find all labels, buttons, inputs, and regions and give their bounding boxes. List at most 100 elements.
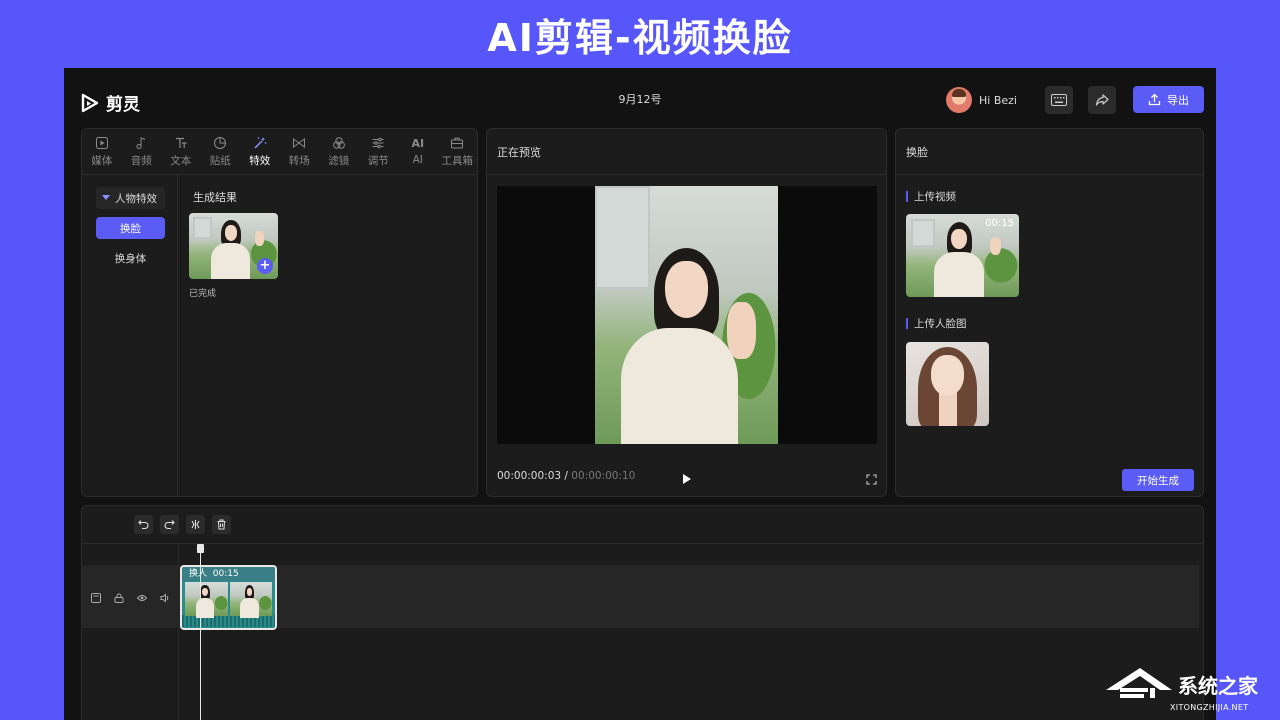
tab-label: 音频 [130,154,152,167]
trash-icon [217,519,226,530]
tab-label: AI [412,154,423,166]
clip-header: 换人 00:15 [182,567,275,581]
timeline-toolbar [82,506,1203,544]
category-item-bodyswap[interactable]: 换身体 [96,247,165,269]
playhead-handle[interactable] [197,544,204,553]
tab-adjust[interactable]: 调节 [359,129,399,174]
preview-title: 正在预览 [487,129,886,175]
upload-face-label: 上传人脸图 [906,316,967,331]
document-title: 9月12号 [618,93,662,106]
total-time: 00:00:00:10 [571,470,636,482]
upload-video-label: 上传视频 [906,189,956,204]
export-button[interactable]: 导出 [1133,86,1204,113]
tab-effects[interactable]: 特效 [240,129,280,174]
undo-button[interactable] [134,515,153,534]
transition-icon [293,137,306,148]
avatar[interactable] [946,87,972,113]
logo-icon [81,93,99,112]
media-icon [95,136,108,149]
user-profile[interactable]: Hi Bezi [946,87,1017,113]
magic-wand-icon [254,136,267,149]
logo-text: 剪灵 [106,95,140,115]
keyboard-icon [1051,94,1067,106]
tab-label: 工具箱 [441,154,474,167]
playhead-line [200,544,201,720]
tab-transition[interactable]: 转场 [280,129,320,174]
preview-stage[interactable] [497,186,877,444]
speaker-icon[interactable] [160,593,170,603]
play-button[interactable] [682,470,692,489]
user-greeting: Hi Bezi [979,93,1017,107]
upload-icon [1148,93,1161,106]
caret-down-icon [102,195,110,200]
tab-label: 媒体 [91,154,113,167]
track-controls [91,593,170,603]
lock-icon[interactable] [114,593,124,603]
faceswap-panel: 换脸 上传视频 00:15 上传人脸图 开始生成 [895,128,1204,497]
tab-label: 调节 [367,154,389,167]
upload-face-text: 上传人脸图 [914,318,967,330]
toolbox-icon [451,137,464,148]
result-title: 生成结果 [193,191,237,204]
tab-label: 滤镜 [328,154,350,167]
tab-label: 文本 [170,154,192,167]
accent-bar [906,318,908,329]
upload-video-text: 上传视频 [914,191,956,203]
cover-icon[interactable] [91,593,101,603]
add-to-timeline-button[interactable]: + [257,258,273,274]
preview-panel: 正在预览 00:00:00:03 / 00:00:00:10 [486,128,887,497]
category-header-label: 人物特效 [115,192,157,205]
timecode: 00:00:00:03 / 00:00:00:10 [497,470,635,482]
top-bar: 剪灵 9月12号 Hi Bezi 导出 [64,68,1216,128]
tab-filter[interactable]: 滤镜 [319,129,359,174]
current-time: 00:00:00:03 [497,470,562,482]
result-thumbnail[interactable]: + [189,213,278,279]
fullscreen-button[interactable] [866,470,877,489]
editor-app: 剪灵 9月12号 Hi Bezi 导出 媒体 音频 文本 贴纸 特效 转场 滤镜… [64,68,1216,720]
watermark-logo-icon [1106,668,1172,698]
text-icon [175,137,187,148]
clip-thumbnails [182,581,275,619]
clip-duration: 00:15 [212,569,239,579]
eye-icon[interactable] [137,593,147,603]
sliders-icon [372,137,384,148]
tab-text[interactable]: 文本 [161,129,201,174]
share-button[interactable] [1088,86,1116,114]
app-logo[interactable]: 剪灵 [80,90,140,115]
fullscreen-icon [866,474,877,485]
time-separator: / [564,470,568,482]
result-status: 已完成 [189,289,217,299]
split-icon [191,520,200,529]
tab-sticker[interactable]: 贴纸 [201,129,241,174]
tab-label: 贴纸 [209,154,231,167]
tab-toolbox[interactable]: 工具箱 [438,129,478,174]
preview-image [595,186,778,444]
category-header[interactable]: 人物特效 [96,187,165,209]
share-arrow-icon [1095,94,1109,106]
sticker-icon [214,136,227,149]
category-item-faceswap[interactable]: 换脸 [96,217,165,239]
tab-media[interactable]: 媒体 [82,129,122,174]
video-clip[interactable]: 换人 00:15 [180,565,277,630]
watermark-text: 系统之家 [1178,673,1258,698]
undo-icon [138,520,149,530]
tab-label: 转场 [288,154,310,167]
timeline-panel: 换人 00:15 [81,505,1204,720]
tab-ai[interactable]: AI AI [398,129,438,174]
effects-panel: 媒体 音频 文本 贴纸 特效 转场 滤镜 调节 AI AI 工具箱 人物特效 换… [81,128,478,497]
redo-button[interactable] [160,515,179,534]
tab-audio[interactable]: 音频 [122,129,162,174]
tool-tabs: 媒体 音频 文本 贴纸 特效 转场 滤镜 调节 AI AI 工具箱 [82,129,477,175]
video-duration: 00:15 [985,218,1014,229]
delete-button[interactable] [212,515,231,534]
preview-frame [595,186,778,444]
category-column: 人物特效 换脸 换身体 [82,175,178,496]
export-label: 导出 [1167,93,1189,107]
start-generate-button[interactable]: 开始生成 [1122,469,1194,491]
uploaded-face-thumbnail[interactable] [906,342,989,426]
music-note-icon [136,136,146,149]
ai-icon: AI [411,137,425,150]
split-button[interactable] [186,515,205,534]
keyboard-shortcuts-button[interactable] [1045,86,1073,114]
uploaded-video-thumbnail[interactable]: 00:15 [906,214,1019,297]
